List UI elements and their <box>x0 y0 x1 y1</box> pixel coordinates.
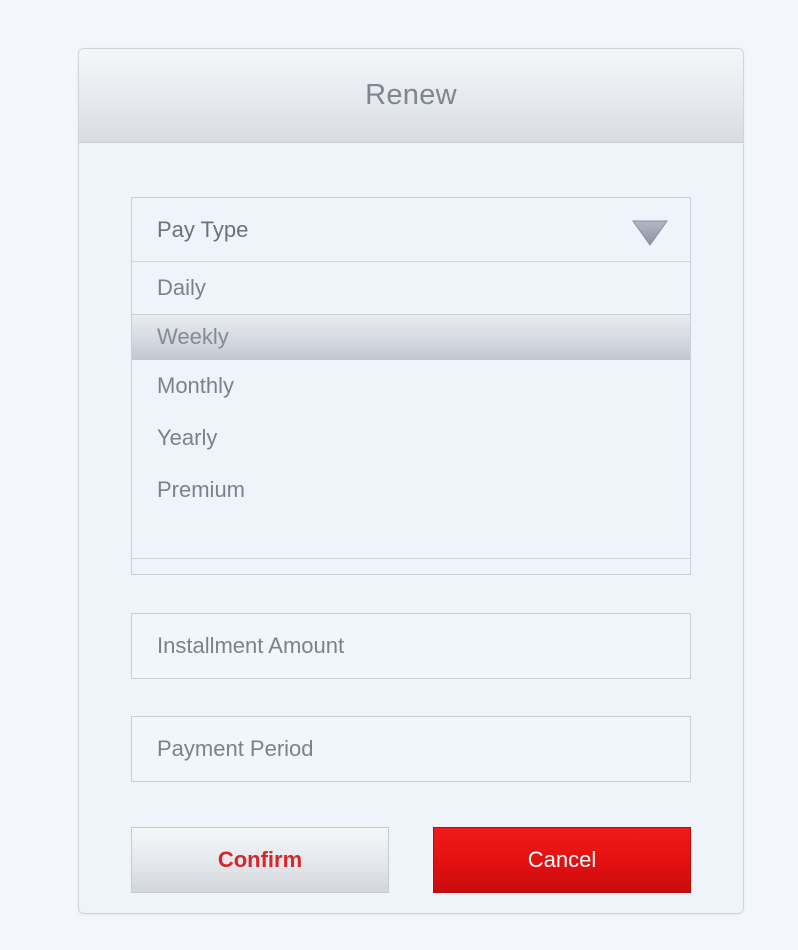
dialog-title: Renew <box>365 79 457 111</box>
payment-period-input[interactable] <box>131 716 691 782</box>
confirm-button[interactable]: Confirm <box>131 827 389 893</box>
option-daily[interactable]: Daily <box>132 262 690 314</box>
select-footer <box>132 558 690 574</box>
option-premium[interactable]: Premium <box>132 464 690 516</box>
pay-type-label: Pay Type <box>157 216 249 242</box>
pay-type-options: Daily Weekly Monthly Yearly Premium <box>132 262 690 516</box>
dialog-header: Renew <box>79 49 743 143</box>
chevron-down-icon[interactable] <box>632 220 668 246</box>
cancel-button[interactable]: Cancel <box>433 827 691 893</box>
option-yearly[interactable]: Yearly <box>132 412 690 464</box>
installment-amount-input[interactable] <box>131 613 691 679</box>
option-weekly[interactable]: Weekly <box>132 314 690 360</box>
renew-dialog: Renew Pay Type Daily Weekly Monthly Year… <box>78 48 744 914</box>
pay-type-select-head[interactable]: Pay Type <box>132 198 690 262</box>
pay-type-select[interactable]: Pay Type Daily Weekly Monthly Yearly Pre… <box>131 197 691 575</box>
option-monthly[interactable]: Monthly <box>132 360 690 412</box>
